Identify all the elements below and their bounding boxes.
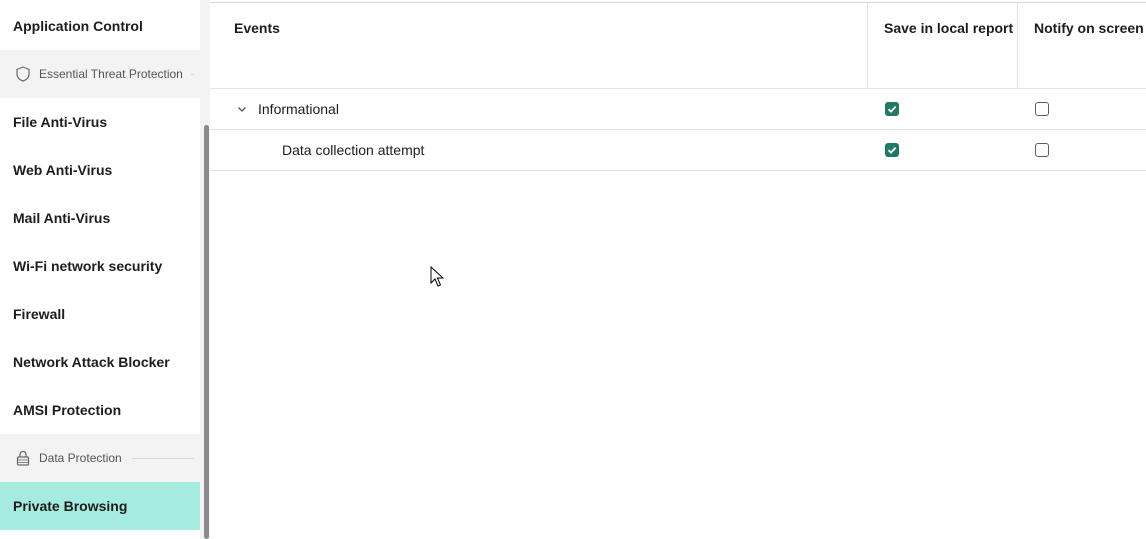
sidebar: Application Control Essential Threat Pro… — [0, 0, 200, 539]
lock-icon — [16, 450, 30, 466]
notify-on-screen-checkbox[interactable] — [1035, 102, 1049, 116]
section-label: Essential Threat Protection — [39, 67, 183, 81]
save-in-local-report-checkbox[interactable] — [885, 102, 899, 116]
section-label: Data Protection — [39, 451, 122, 465]
table-row-label: Data collection attempt — [282, 142, 425, 158]
table-row-divider — [210, 170, 1146, 171]
sidebar-item-file-anti-virus[interactable]: File Anti-Virus — [0, 98, 200, 146]
section-divider — [131, 457, 194, 459]
sidebar-item-label: Network Attack Blocker — [13, 354, 170, 370]
column-divider — [867, 3, 868, 88]
notify-on-screen-checkbox[interactable] — [1035, 143, 1049, 157]
sidebar-item-wifi-network-security[interactable]: Wi-Fi network security — [0, 242, 200, 290]
column-header-save-in-local-report: Save in local report — [884, 20, 1014, 36]
table-row-divider — [210, 129, 1146, 130]
sidebar-item-label: Mail Anti-Virus — [13, 210, 111, 226]
sidebar-item-label: Firewall — [13, 306, 66, 322]
column-header-notify-on-screen: Notify on screen — [1034, 20, 1144, 36]
table-top-border — [210, 2, 1146, 3]
sidebar-item-label: File Anti-Virus — [13, 114, 108, 130]
section-header-data-protection: Data Protection — [0, 434, 200, 482]
sidebar-item-label: AMSI Protection — [13, 402, 122, 418]
column-divider — [1017, 3, 1018, 88]
sidebar-item-label: Web Anti-Virus — [13, 162, 113, 178]
chevron-down-icon[interactable] — [236, 102, 248, 114]
save-in-local-report-checkbox[interactable] — [885, 143, 899, 157]
sidebar-item-label: Application Control — [13, 18, 143, 34]
sidebar-item-mail-anti-virus[interactable]: Mail Anti-Virus — [0, 194, 200, 242]
sidebar-item-web-anti-virus[interactable]: Web Anti-Virus — [0, 146, 200, 194]
sidebar-item-amsi-protection[interactable]: AMSI Protection — [0, 386, 200, 434]
section-header-essential-threat-protection: Essential Threat Protection — [0, 50, 200, 98]
sidebar-item-private-browsing[interactable]: Private Browsing — [0, 482, 200, 530]
table-row-label: Informational — [258, 101, 339, 117]
sidebar-scrollbar-thumb[interactable] — [204, 125, 209, 539]
section-divider — [190, 73, 194, 75]
sidebar-item-network-attack-blocker[interactable]: Network Attack Blocker — [0, 338, 200, 386]
column-header-events: Events — [234, 20, 280, 36]
header-row-divider — [210, 88, 1146, 89]
sidebar-item-application-control[interactable]: Application Control — [0, 2, 200, 50]
sidebar-item-label: Wi-Fi network security — [13, 258, 163, 274]
mouse-cursor-icon — [430, 266, 444, 287]
sidebar-item-firewall[interactable]: Firewall — [0, 290, 200, 338]
sidebar-item-label: Private Browsing — [13, 498, 128, 514]
shield-icon — [16, 66, 30, 82]
